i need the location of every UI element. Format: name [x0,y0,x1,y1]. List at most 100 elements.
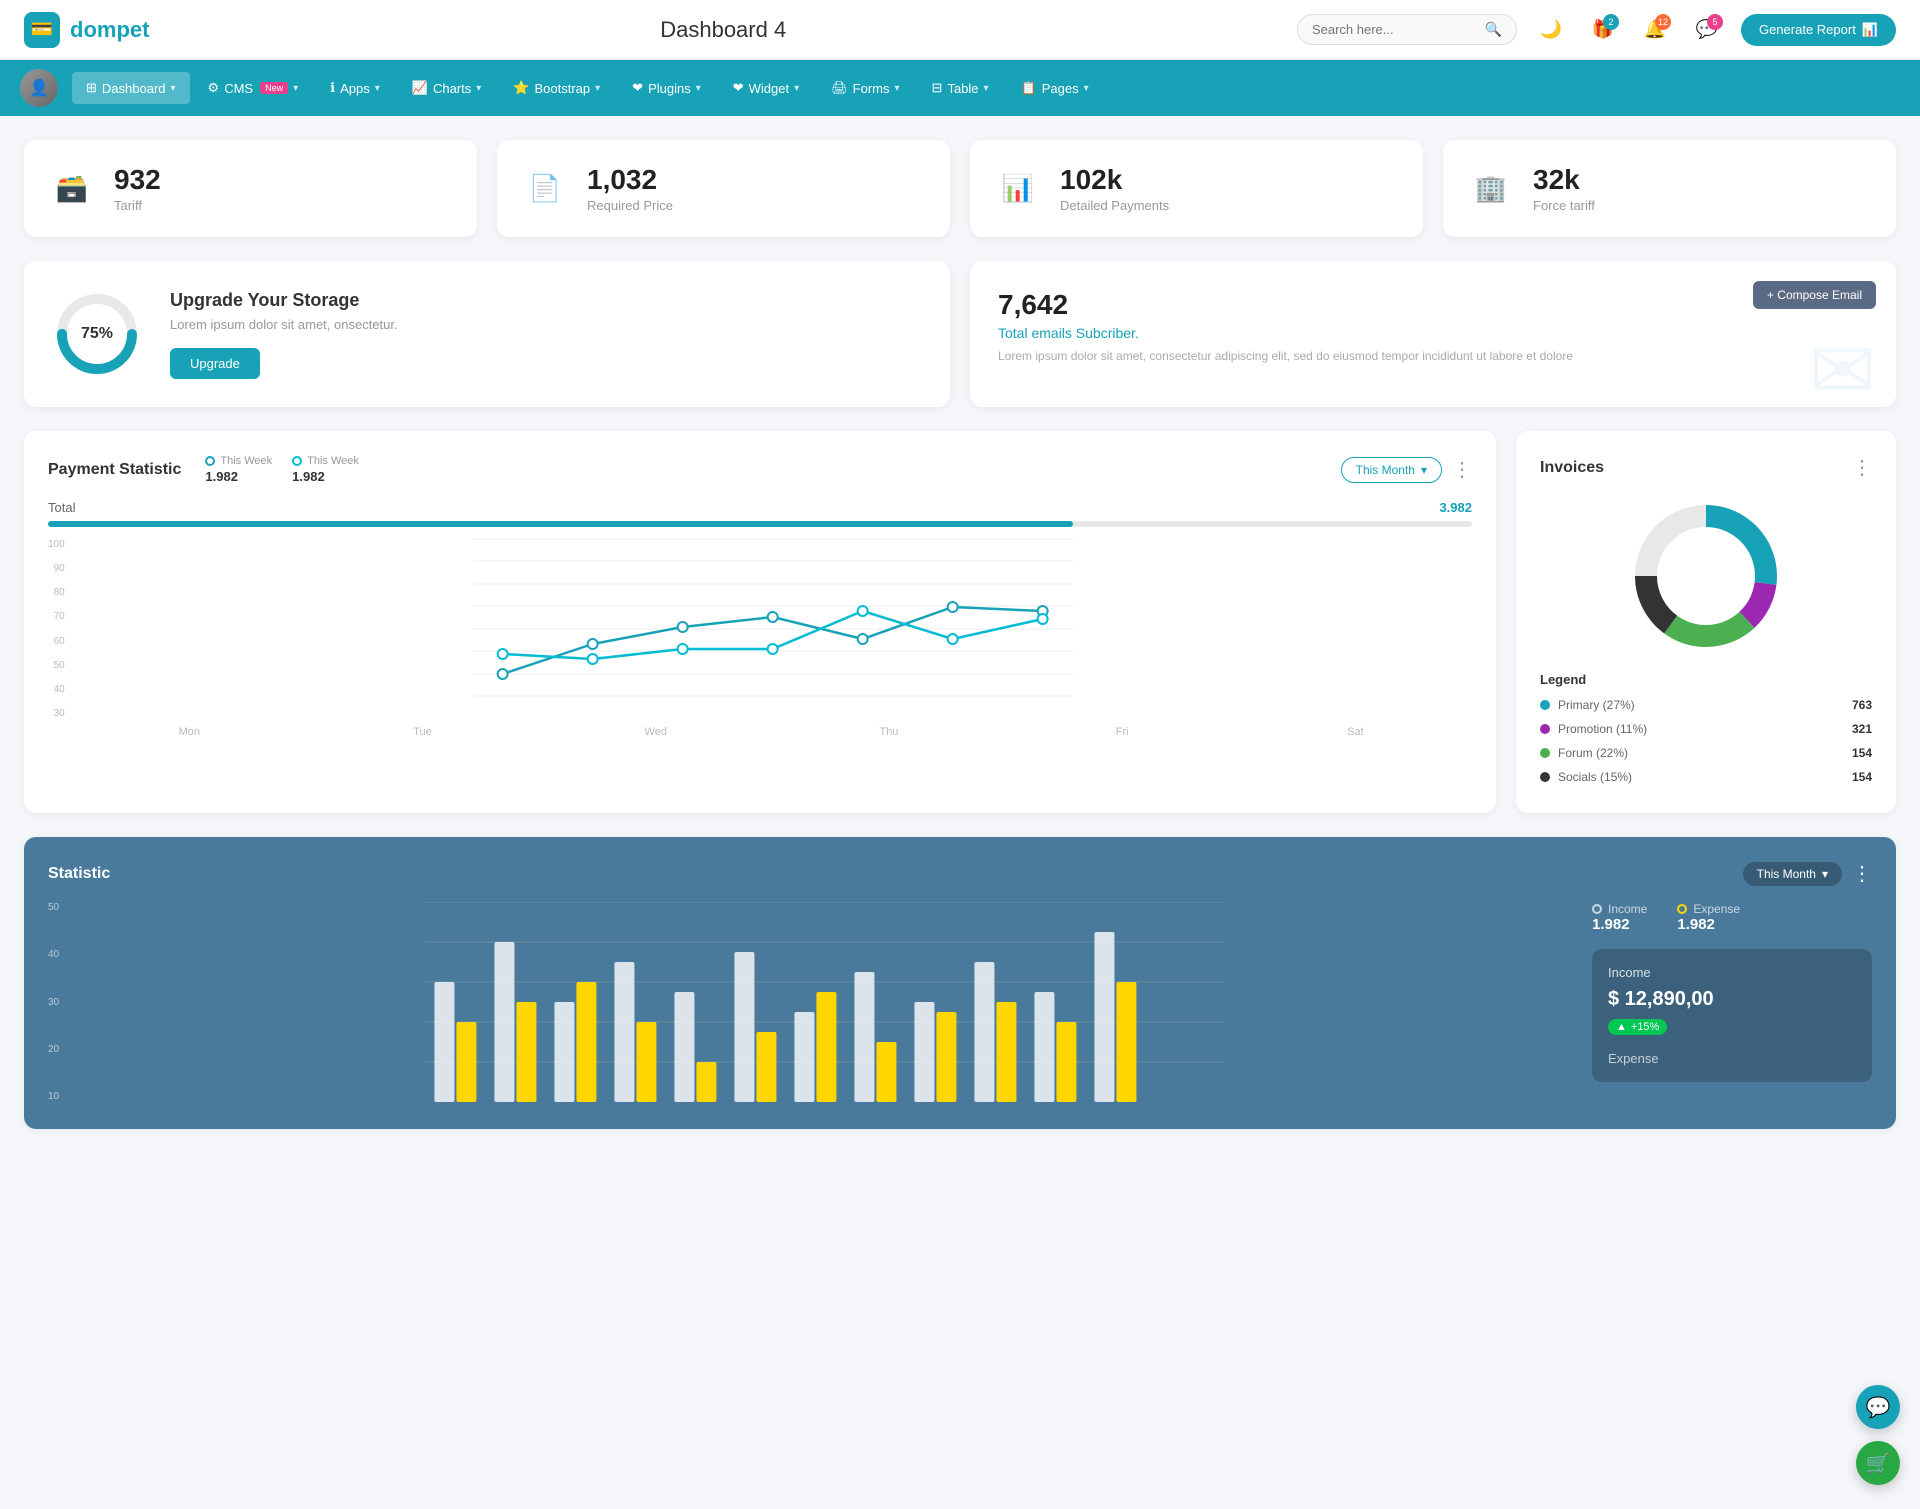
legend-item-1: This Week 1.982 [292,455,359,484]
income-item: Income 1.982 [1592,902,1647,933]
nav-label-bootstrap: Bootstrap [534,81,590,96]
header: 💳 dompet Dashboard 4 🔍 🌙 🎁 2 🔔 12 💬 5 Ge… [0,0,1920,60]
y-10: 10 [48,1091,59,1102]
nav-item-dashboard[interactable]: ⊞ Dashboard ▾ [72,72,190,104]
email-desc: Lorem ipsum dolor sit amet, consectetur … [998,349,1868,363]
total-value: 3.982 [1439,500,1472,515]
upgrade-button[interactable]: Upgrade [170,348,260,379]
legend-val-0: 1.982 [205,469,272,484]
generate-report-button[interactable]: Generate Report 📊 [1741,14,1896,46]
this-month-filter-button[interactable]: This Month ▾ [1341,457,1442,483]
cms-icon: ⚙ [208,80,220,96]
chevron-down-icon: ▾ [171,83,176,94]
statistic-month-filter-button[interactable]: This Month ▾ [1743,862,1842,886]
stat-info-detailed: 102k Detailed Payments [1060,164,1169,213]
statistic-info-panel: Income 1.982 Expense 1.982 Income $ 1 [1592,902,1872,1105]
chevron-down-icon-table: ▾ [984,83,989,94]
expense-value: 1.982 [1677,916,1740,933]
chat-badge: 5 [1707,14,1723,30]
chevron-down-icon-statistic: ▾ [1822,867,1828,881]
nav-item-pages[interactable]: 📋 Pages ▾ [1007,72,1103,104]
chart-legend: This Week 1.982 This Week 1.982 [205,455,359,484]
nav-label-table: Table [947,81,978,96]
plugins-icon: ❤ [632,80,643,96]
force-tariff-icon: 🏢 [1467,165,1515,213]
notification-button[interactable]: 🔔 12 [1637,12,1673,48]
x-label-fri: Fri [1006,726,1239,738]
logo-text: dompet [70,17,149,43]
cart-float-button[interactable]: 🛒 [1856,1441,1900,1485]
statistic-controls: This Month ▾ ⋮ [1743,861,1872,886]
nav-bar: 👤 ⊞ Dashboard ▾ ⚙ CMS New ▾ ℹ Apps ▾ 📈 C… [0,60,1920,116]
compose-email-button[interactable]: + Compose Email [1753,281,1876,309]
storage-info: Upgrade Your Storage Lorem ipsum dolor s… [170,290,398,379]
search-box[interactable]: 🔍 [1297,14,1517,45]
more-options-button[interactable]: ⋮ [1452,457,1472,482]
expense-label: Expense [1677,902,1740,916]
storage-donut: 75% [52,289,142,379]
tariff-icon: 🗃️ [48,165,96,213]
nav-label-cms: CMS [224,81,253,96]
logo-icon: 💳 [24,12,60,48]
expense-dot [1677,904,1687,914]
avatar: 👤 [20,69,58,107]
nav-item-widget[interactable]: ❤ Widget ▾ [719,72,813,104]
socials-dot [1540,772,1550,782]
income-label: Income [1592,902,1647,916]
bar-chart-svg [77,902,1572,1102]
storage-desc: Lorem ipsum dolor sit amet, onsectetur. [170,317,398,332]
gift-button[interactable]: 🎁 2 [1585,12,1621,48]
search-input[interactable] [1312,22,1477,37]
invoice-legend-primary: Primary (27%) 763 [1540,693,1872,717]
stat-cards-row: 🗃️ 932 Tariff 📄 1,032 Required Price 📊 1… [24,140,1896,237]
table-icon: ⊟ [932,80,943,96]
nav-item-charts[interactable]: 📈 Charts ▾ [398,72,496,104]
invoice-legend-socials: Socials (15%) 154 [1540,765,1872,789]
nav-label-dashboard: Dashboard [102,81,166,96]
support-float-button[interactable]: 💬 [1856,1385,1900,1429]
payment-progress-fill [48,521,1073,527]
statistic-more-button[interactable]: ⋮ [1852,861,1872,886]
nav-item-apps[interactable]: ℹ Apps ▾ [316,72,394,104]
stat-info-required: 1,032 Required Price [587,164,673,213]
y-label-30: 30 [48,708,65,719]
nav-item-cms[interactable]: ⚙ CMS New ▾ [194,72,313,104]
invoices-donut-svg [1626,496,1786,656]
nav-item-table[interactable]: ⊟ Table ▾ [918,72,1003,104]
force-tariff-label: Force tariff [1533,198,1595,213]
chevron-down-icon-forms: ▾ [895,83,900,94]
legend-row-0: This Week [205,455,272,467]
invoices-more-button[interactable]: ⋮ [1852,455,1872,480]
bar-chart-svg-container [77,902,1572,1105]
storage-card: 75% Upgrade Your Storage Lorem ipsum dol… [24,261,950,407]
search-icon: 🔍 [1485,21,1502,38]
chart-controls: This Month ▾ ⋮ [1341,457,1472,483]
y-label-100: 100 [48,539,65,550]
storage-percent: 75% [81,325,113,343]
middle-row: 75% Upgrade Your Storage Lorem ipsum dol… [24,261,1896,407]
y-axis: 100 90 80 70 60 50 40 30 [48,539,73,719]
invoices-donut-container [1540,496,1872,656]
avatar-image: 👤 [20,69,58,107]
main-content: 🗃️ 932 Tariff 📄 1,032 Required Price 📊 1… [0,116,1920,1153]
forum-dot [1540,748,1550,758]
nav-item-plugins[interactable]: ❤ Plugins ▾ [618,72,715,104]
tariff-label: Tariff [114,198,161,213]
nav-item-forms[interactable]: 🖨 Forms ▾ [817,72,913,104]
statistic-card: Statistic This Month ▾ ⋮ 50 40 30 20 10 [24,837,1896,1129]
forum-value: 154 [1852,746,1872,760]
legend-dot-teal [205,456,215,466]
nav-item-bootstrap[interactable]: ⭐ Bootstrap ▾ [499,72,614,104]
email-card: + Compose Email 7,642 Total emails Subcr… [970,261,1896,407]
theme-toggle[interactable]: 🌙 [1533,12,1569,48]
required-price-icon: 📄 [521,165,569,213]
promotion-dot [1540,724,1550,734]
invoice-legend-socials-left: Socials (15%) [1540,770,1632,784]
total-row: Total 3.982 [48,500,1472,515]
nav-label-plugins: Plugins [648,81,691,96]
stat-card-required-price: 📄 1,032 Required Price [497,140,950,237]
y-40: 40 [48,949,59,960]
dashboard-icon: ⊞ [86,80,97,96]
stat-info-tariff: 932 Tariff [114,164,161,213]
chat-button[interactable]: 💬 5 [1689,12,1725,48]
